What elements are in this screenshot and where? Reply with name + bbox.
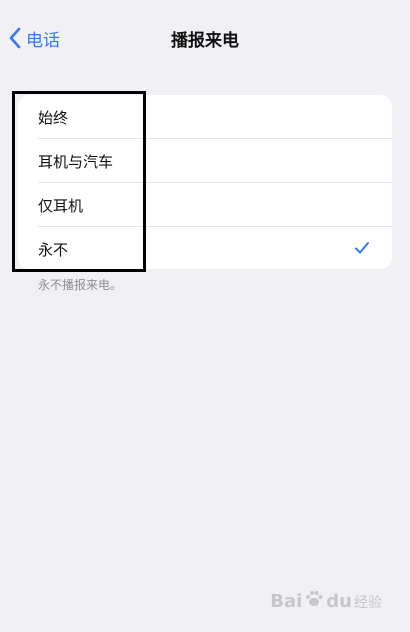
footer-note: 永不播报来电。	[38, 278, 123, 292]
checkmark-icon	[354, 240, 370, 259]
watermark-suffix: 经验	[354, 594, 382, 611]
option-always[interactable]: 始终	[18, 95, 392, 139]
watermark-text-left: Bai	[270, 591, 303, 612]
paw-icon	[304, 589, 324, 614]
option-never[interactable]: 永不	[18, 227, 392, 269]
watermark: Bai du 经验	[270, 589, 382, 614]
option-label: 永不	[38, 241, 69, 259]
page-title: 播报来电	[171, 31, 239, 51]
option-label: 耳机与汽车	[38, 153, 114, 171]
navigation-bar: 电话 播报来电	[0, 0, 410, 76]
option-label: 仅耳机	[38, 197, 84, 215]
option-label: 始终	[38, 109, 69, 127]
watermark-text-right: du	[326, 591, 352, 612]
option-headphones-and-car[interactable]: 耳机与汽车	[18, 139, 392, 183]
screen: 电话 播报来电 始终 耳机与汽车 仅耳机 永不 永不播报来电。 Bai du 经…	[0, 0, 410, 632]
option-headphones-only[interactable]: 仅耳机	[18, 183, 392, 227]
announce-calls-options: 始终 耳机与汽车 仅耳机 永不	[18, 95, 392, 269]
